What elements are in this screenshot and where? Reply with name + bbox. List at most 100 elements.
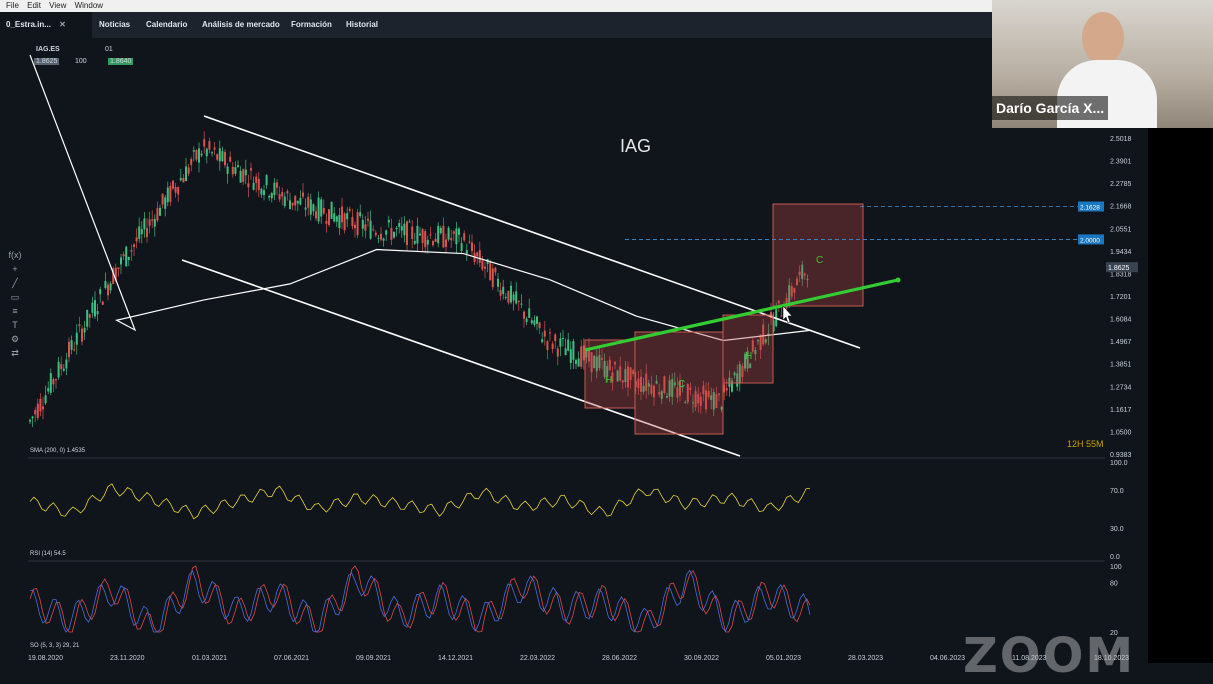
candle-body (567, 339, 570, 351)
candle-body (81, 328, 83, 342)
x-tick-label: 01.03.2021 (192, 655, 227, 662)
candle-body (255, 176, 258, 183)
candle-body (322, 207, 325, 214)
candle-body (406, 221, 408, 245)
candle-body (55, 379, 57, 381)
candle-body (335, 216, 338, 222)
candle-body (101, 301, 104, 305)
x-tick-label: 04.06.2023 (930, 655, 965, 662)
y-tick-label: 1.8318 (1110, 271, 1132, 278)
candle-body (481, 260, 484, 270)
candle-body (88, 314, 91, 318)
menu-file[interactable]: File (6, 1, 19, 10)
candle-body (34, 410, 37, 415)
y-tick-label: 1.0500 (1110, 429, 1132, 436)
candle-body (159, 207, 161, 216)
candle-body (278, 194, 281, 200)
candle-body (250, 168, 252, 171)
candle-body (525, 318, 528, 322)
candle-body (294, 195, 297, 206)
y-tick-label: 1.4967 (1110, 339, 1132, 346)
candle-body (174, 186, 177, 193)
y-tick-label: 1.6084 (1110, 317, 1132, 324)
candle-body (146, 228, 148, 238)
y-tick-label: 2.0551 (1110, 226, 1132, 233)
candle-body (569, 349, 572, 364)
candle-body (494, 267, 497, 273)
candle-body (283, 196, 286, 206)
candle-body (133, 244, 135, 247)
pattern-label: H (605, 375, 612, 386)
tab-noticias[interactable]: Noticias (99, 12, 130, 38)
candle-body (239, 170, 242, 183)
sma-indicator-label[interactable]: SMA (200, 0) 1.4535 (30, 448, 86, 454)
candle-body (309, 199, 312, 215)
osc-y-tick: 100.0 (1110, 460, 1128, 467)
candle-body (369, 220, 372, 239)
tab-bar: 0_Estra.in... ✕ Noticias Calendario Anál… (0, 12, 992, 38)
candle-body (130, 250, 133, 252)
webcam-feed: Darío García X... (992, 0, 1213, 128)
candle-body (504, 296, 507, 298)
candle-body (333, 213, 336, 222)
candle-body (73, 349, 76, 351)
tab-calendario[interactable]: Calendario (146, 12, 187, 38)
level-tag-label: 2.0000 (1080, 237, 1100, 244)
candle-body (151, 219, 154, 221)
candle-body (575, 360, 577, 364)
close-icon[interactable]: ✕ (59, 20, 66, 29)
candle-body (226, 166, 229, 174)
trendline-handle (895, 277, 901, 283)
menu-view[interactable]: View (49, 1, 66, 10)
candle-body (289, 200, 291, 209)
candle-body (296, 200, 299, 204)
candle-body (468, 241, 471, 243)
candle-body (439, 227, 442, 234)
candle-body (445, 239, 447, 247)
candle-body (520, 303, 523, 305)
candle-body (252, 182, 255, 190)
candle-body (49, 373, 52, 393)
y-tick-label: 1.3851 (1110, 362, 1132, 369)
candle-body (122, 254, 125, 257)
price-tag-label: 1.8625 (1108, 265, 1130, 272)
candle-body (455, 228, 458, 245)
candle-body (338, 215, 341, 229)
menu-window[interactable]: Window (75, 1, 103, 10)
candle-body (432, 241, 434, 246)
candle-body (572, 340, 575, 360)
candle-body (416, 225, 419, 244)
candle-body (299, 198, 302, 205)
candle-body (291, 202, 294, 206)
candle-body (478, 250, 481, 263)
candle-body (460, 243, 463, 251)
candle-body (491, 268, 494, 288)
candle-body (281, 192, 284, 197)
tab-analisis[interactable]: Análisis de mercado (202, 12, 280, 38)
candle-body (517, 300, 520, 302)
x-tick-label: 28.06.2022 (602, 655, 637, 662)
candle-body (107, 284, 109, 296)
tab-active-chart[interactable]: 0_Estra.in... ✕ (0, 12, 92, 38)
candle-body (78, 324, 81, 326)
pattern-label: H (745, 351, 752, 362)
candle-body (213, 147, 216, 150)
rsi-indicator-label[interactable]: RSI (14) 54.5 (30, 551, 66, 557)
candle-body (260, 188, 263, 195)
y-tick-label: 1.2734 (1110, 384, 1132, 391)
x-tick-label: 19.08.2020 (28, 655, 63, 662)
candle-body (179, 177, 182, 181)
candle-body (411, 226, 414, 239)
candle-body (203, 139, 206, 147)
stochastic-indicator-label[interactable]: SO (5, 3, 3) 29, 21 (30, 643, 80, 649)
candle-body (546, 341, 549, 350)
candle-body (577, 358, 580, 367)
chart-svg[interactable]: H CHC100.070.030.00.01008020 2.50182.3901… (0, 38, 1150, 663)
tab-formacion[interactable]: Formación (291, 12, 332, 38)
x-tick-label: 23.11.2020 (110, 655, 145, 662)
y-tick-label: 1.7201 (1110, 294, 1132, 301)
menu-edit[interactable]: Edit (27, 1, 41, 10)
candle-body (109, 283, 112, 291)
candle-body (497, 278, 499, 287)
tab-historial[interactable]: Historial (346, 12, 378, 38)
